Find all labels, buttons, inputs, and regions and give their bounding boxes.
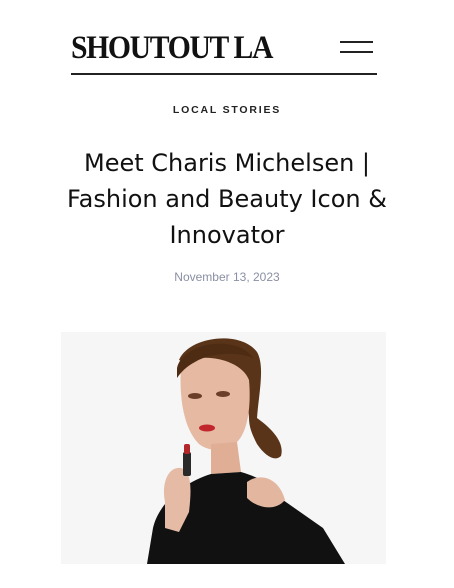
- menu-line: [340, 41, 373, 43]
- article-title: Meet Charis Michelsen | Fashion and Beau…: [67, 149, 387, 249]
- hero-image: [61, 332, 386, 564]
- hamburger-menu-icon[interactable]: [340, 38, 373, 56]
- portrait-illustration: [61, 332, 386, 564]
- article-category[interactable]: LOCAL STORIES: [0, 104, 454, 116]
- header-divider: [71, 73, 377, 75]
- article-date: November 13, 2023: [174, 270, 280, 284]
- site-logo[interactable]: SHOUTOUT LA: [71, 28, 273, 68]
- site-header: SHOUTOUT LA: [71, 28, 377, 76]
- menu-line: [340, 51, 373, 53]
